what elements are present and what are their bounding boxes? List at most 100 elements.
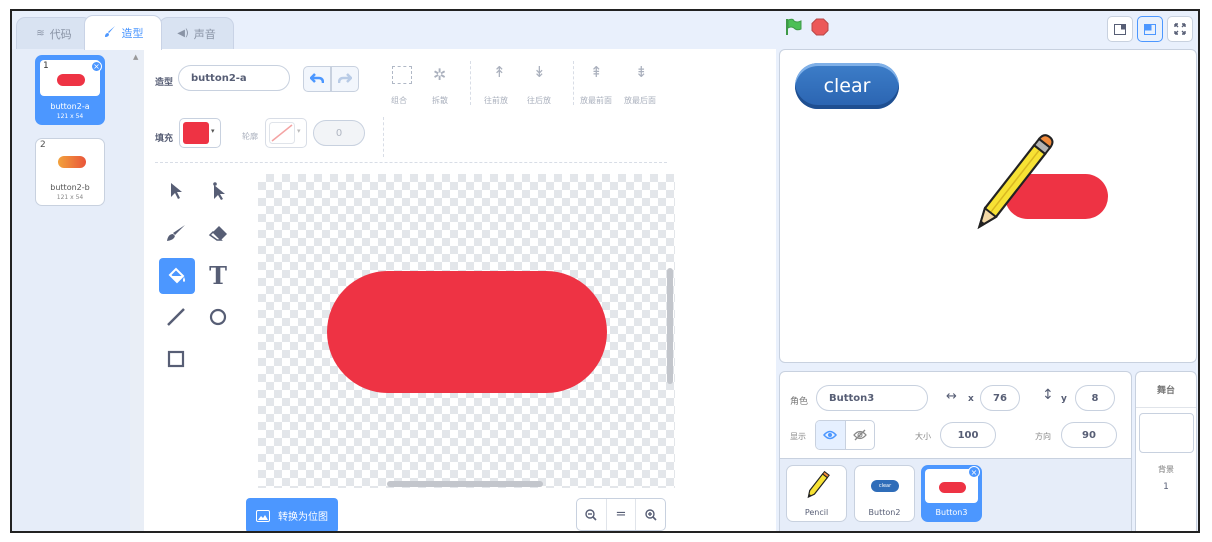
show-label: 显示 bbox=[790, 432, 806, 441]
costume-size: 121 x 54 bbox=[56, 194, 84, 201]
rect-icon bbox=[167, 350, 185, 368]
fill-color-swatch bbox=[183, 122, 209, 144]
size-input[interactable]: 100 bbox=[940, 422, 996, 448]
forward-button[interactable]: 往前放 bbox=[484, 95, 508, 106]
hidden-eye-icon bbox=[852, 429, 867, 441]
costume-name-input[interactable]: button2-a bbox=[178, 65, 290, 91]
select-icon bbox=[171, 183, 182, 199]
backdrop-label: 背景 bbox=[1158, 465, 1174, 474]
paint-canvas[interactable] bbox=[258, 174, 675, 488]
convert-to-bitmap-button[interactable]: 转换为位图 bbox=[246, 498, 338, 531]
green-flag-button[interactable] bbox=[784, 18, 802, 40]
small-stage-button[interactable] bbox=[1107, 16, 1133, 42]
paint-editor: ▲ 造型 button2-a 组合 ✲ 拆散 ↟ 往前放 ↡ 往后放 ⇞ 放最前… bbox=[130, 49, 776, 531]
fill-color-picker[interactable]: ▾ bbox=[179, 118, 221, 148]
front-icon[interactable]: ⇞ bbox=[590, 63, 603, 81]
circle-icon bbox=[209, 308, 227, 326]
costume-item-1[interactable]: 1 × button2-a 121 x 54 bbox=[35, 55, 105, 125]
chevron-down-icon: ▾ bbox=[211, 127, 215, 135]
scrollbar[interactable] bbox=[130, 49, 144, 531]
backdrop-count: 1 bbox=[1163, 482, 1169, 492]
zoom-out-button[interactable] bbox=[577, 499, 607, 530]
sprite-tile-pencil[interactable]: Pencil bbox=[786, 465, 847, 522]
outline-width-input[interactable]: 0 bbox=[313, 120, 365, 146]
sprite-label: 角色 bbox=[790, 397, 809, 407]
eraser-icon bbox=[208, 226, 227, 241]
paint-brush-icon bbox=[167, 225, 185, 241]
x-input[interactable]: 76 bbox=[980, 385, 1020, 411]
backward-icon[interactable]: ↡ bbox=[533, 63, 546, 81]
stage-selector-panel[interactable]: 舞台 背景 1 bbox=[1135, 371, 1197, 531]
button2-thumb: clear bbox=[871, 480, 899, 492]
costume-item-2[interactable]: 2 button2-b 121 x 54 bbox=[35, 138, 105, 206]
circle-tool[interactable] bbox=[201, 300, 235, 334]
tab-code[interactable]: ≋ 代码 bbox=[16, 17, 92, 49]
group-icon[interactable] bbox=[392, 66, 412, 84]
select-tool[interactable] bbox=[159, 174, 193, 208]
costume-list: 1 × button2-a 121 x 54 2 button2-b 121 x… bbox=[12, 49, 130, 531]
forward-icon[interactable]: ↟ bbox=[493, 63, 506, 81]
backward-button[interactable]: 往后放 bbox=[527, 95, 551, 106]
brush-tool[interactable] bbox=[159, 216, 193, 250]
hide-button[interactable] bbox=[846, 421, 875, 449]
stop-button[interactable] bbox=[811, 18, 829, 40]
stage-clear-button[interactable]: clear bbox=[795, 63, 899, 109]
eraser-tool[interactable] bbox=[201, 216, 235, 250]
scratch-editor: ≋ 代码 造型 ◀) 声音 1 × button2-a 121 x 54 2 b… bbox=[10, 9, 1200, 533]
tab-sounds[interactable]: ◀) 声音 bbox=[159, 17, 234, 49]
line-tool[interactable] bbox=[159, 300, 193, 334]
size-label: 大小 bbox=[915, 432, 931, 441]
stage[interactable]: clear bbox=[779, 49, 1197, 363]
costume-name: button2-b bbox=[50, 183, 90, 192]
large-stage-button[interactable] bbox=[1137, 16, 1163, 42]
sprite-name-input[interactable]: Button3 bbox=[816, 385, 928, 411]
y-input[interactable]: 8 bbox=[1075, 385, 1115, 411]
undo-button[interactable] bbox=[303, 66, 331, 92]
fill-icon bbox=[168, 267, 185, 284]
convert-label: 转换为位图 bbox=[278, 512, 328, 523]
costume-number: 2 bbox=[40, 140, 46, 150]
outline-color-picker[interactable]: ▾ bbox=[265, 118, 307, 148]
delete-sprite-icon[interactable]: × bbox=[968, 466, 980, 478]
show-button[interactable] bbox=[816, 421, 846, 449]
backdrop-thumb[interactable] bbox=[1139, 413, 1194, 453]
direction-input[interactable]: 90 bbox=[1061, 422, 1117, 448]
delete-costume-icon[interactable]: × bbox=[91, 61, 102, 72]
canvas-vertical-scrollbar[interactable] bbox=[667, 268, 673, 384]
tab-sounds-label: 声音 bbox=[193, 27, 216, 41]
rect-tool[interactable] bbox=[159, 342, 193, 376]
y-arrows-icon: ↕ bbox=[1042, 387, 1054, 403]
back-button[interactable]: 放最后面 bbox=[624, 95, 656, 106]
divider bbox=[155, 162, 667, 163]
y-label: y bbox=[1061, 394, 1067, 404]
fill-tool[interactable] bbox=[159, 258, 195, 294]
sprite-tile-button2[interactable]: clear Button2 bbox=[854, 465, 915, 522]
button-shape[interactable] bbox=[327, 271, 607, 393]
back-icon[interactable]: ⇟ bbox=[635, 63, 648, 81]
scroll-up-icon[interactable]: ▲ bbox=[133, 53, 138, 61]
text-icon[interactable]: T bbox=[201, 258, 235, 292]
front-button[interactable]: 放最前面 bbox=[580, 95, 612, 106]
divider bbox=[573, 61, 574, 105]
fullscreen-icon bbox=[1174, 23, 1186, 35]
pencil-sprite[interactable] bbox=[962, 128, 1062, 243]
zoom-reset-button[interactable]: = bbox=[607, 499, 637, 530]
ungroup-button[interactable]: 拆散 bbox=[432, 95, 448, 106]
ungroup-icon[interactable]: ✲ bbox=[433, 65, 453, 85]
brush-icon bbox=[103, 25, 117, 42]
reshape-tool[interactable] bbox=[201, 174, 235, 208]
redo-button[interactable] bbox=[331, 66, 359, 92]
direction-label: 方向 bbox=[1035, 432, 1051, 441]
canvas-horizontal-scrollbar[interactable] bbox=[387, 481, 543, 487]
zoom-controls: = bbox=[576, 498, 666, 531]
tab-costumes[interactable]: 造型 bbox=[84, 15, 162, 50]
sprite-tile-button3[interactable]: × Button3 bbox=[921, 465, 982, 522]
x-arrows-icon: ↔ bbox=[946, 389, 957, 404]
group-button[interactable]: 组合 bbox=[391, 95, 407, 106]
zoom-in-button[interactable] bbox=[636, 499, 665, 530]
sprite-info-panel: 角色 Button3 ↔ x 76 ↕ y 8 显示 大小 100 方向 90 bbox=[779, 371, 1132, 459]
no-color-icon bbox=[269, 122, 295, 144]
small-stage-icon bbox=[1114, 23, 1126, 35]
zoom-in-icon bbox=[644, 508, 657, 521]
fullscreen-button[interactable] bbox=[1167, 16, 1193, 42]
